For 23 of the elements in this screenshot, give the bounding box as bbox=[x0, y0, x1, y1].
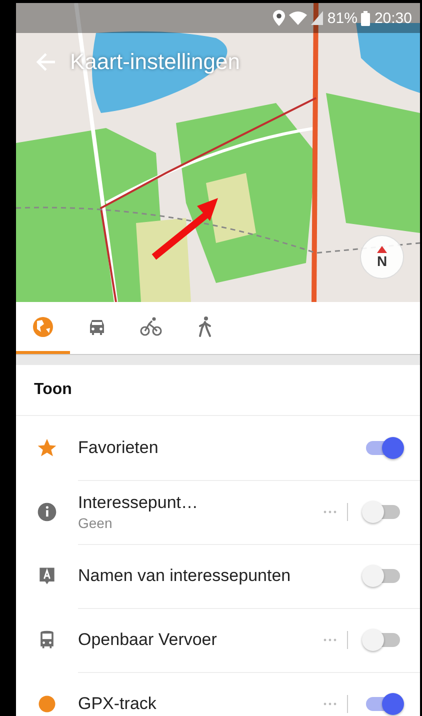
globe-icon bbox=[31, 314, 55, 338]
clock-time: 20:30 bbox=[374, 10, 412, 26]
north-marker-icon bbox=[377, 246, 387, 252]
location-icon bbox=[273, 10, 286, 26]
pointer-arrow bbox=[152, 198, 218, 260]
signal-icon bbox=[311, 11, 324, 25]
setting-label: Openbaar Vervoer bbox=[78, 630, 218, 650]
setting-label: Favorieten bbox=[78, 438, 160, 458]
setting-label: Namen van interessepunten bbox=[78, 566, 292, 586]
more-icon[interactable] bbox=[323, 510, 337, 514]
back-arrow-icon[interactable] bbox=[36, 53, 56, 71]
info-icon bbox=[36, 501, 58, 523]
more-icon[interactable] bbox=[323, 638, 337, 642]
more-icon[interactable] bbox=[323, 702, 337, 706]
section-title: Toon bbox=[34, 381, 72, 399]
wifi-icon bbox=[289, 11, 308, 25]
setting-label: Interessepunt… bbox=[78, 492, 200, 512]
battery-percentage: 81% bbox=[327, 10, 358, 26]
star-icon bbox=[36, 437, 58, 459]
setting-label: GPX-track bbox=[78, 694, 158, 714]
battery-icon bbox=[361, 10, 370, 26]
bicycle-icon bbox=[139, 314, 163, 338]
setting-subtitle: Geen bbox=[78, 514, 114, 530]
